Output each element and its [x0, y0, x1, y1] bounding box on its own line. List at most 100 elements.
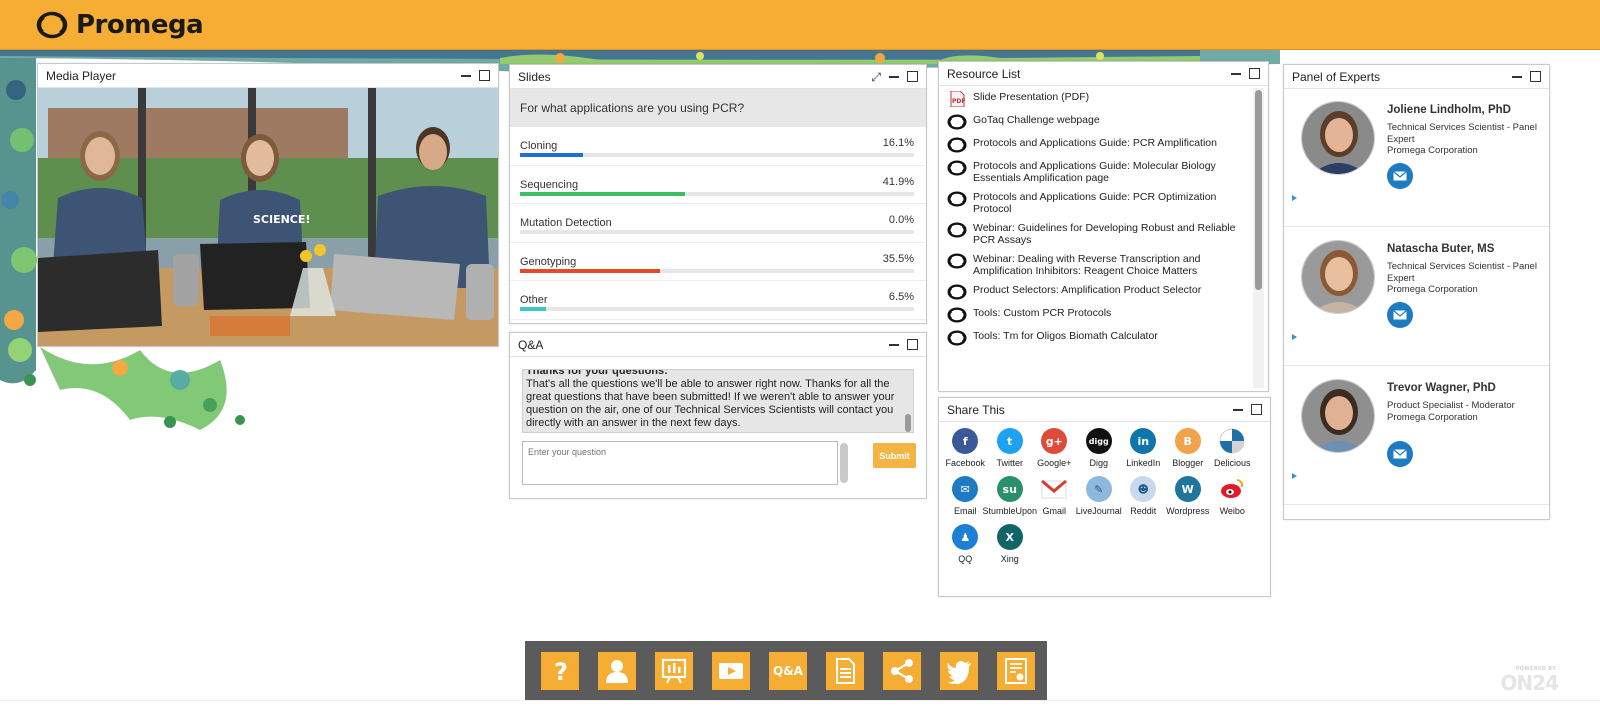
expand-arrow-icon[interactable] — [1292, 473, 1297, 479]
question-input[interactable] — [522, 441, 838, 485]
promega-logo: Promega — [36, 10, 204, 40]
share-livejournal-button[interactable]: ✎ LiveJournal — [1076, 476, 1122, 516]
share-google-plus-button[interactable]: g+ Google+ — [1032, 428, 1077, 468]
resources-button[interactable] — [826, 652, 864, 690]
qa-messages-scrollbar[interactable] — [905, 414, 911, 432]
link-icon — [947, 330, 967, 346]
share-linkedin-button[interactable]: in LinkedIn — [1121, 428, 1166, 468]
maximize-icon[interactable] — [1249, 68, 1260, 79]
resource-item[interactable]: Protocols and Applications Guide: PCR Am… — [939, 133, 1257, 156]
share-digg-button[interactable]: digg Digg — [1077, 428, 1122, 468]
resource-item[interactable]: Webinar: Dealing with Reverse Transcript… — [939, 249, 1257, 280]
expert-name: Joliene Lindholm, PhD — [1387, 104, 1511, 116]
resource-item[interactable]: GoTaq Challenge webpage — [939, 110, 1257, 133]
certificate-button[interactable] — [997, 652, 1035, 690]
share-button[interactable] — [883, 652, 921, 690]
slides-button[interactable] — [655, 652, 693, 690]
share-gmail-button[interactable]: Gmail — [1032, 476, 1077, 516]
share-blogger-button[interactable]: B Blogger — [1166, 428, 1211, 468]
resource-list-header: Resource List — [939, 62, 1268, 86]
expand-arrow-icon[interactable] — [1292, 334, 1297, 340]
maximize-icon[interactable] — [1530, 71, 1541, 82]
maximize-icon[interactable] — [907, 339, 918, 350]
qa-messages[interactable]: Thanks for your questions: That's all th… — [522, 369, 914, 433]
poll-bar-track — [520, 191, 914, 196]
share-stumbleupon-button[interactable]: su StumbleUpon — [982, 476, 1037, 516]
help-button[interactable]: ? — [541, 652, 579, 690]
maximize-icon[interactable] — [1251, 404, 1262, 415]
share-email-button[interactable]: ✉ Email — [943, 476, 988, 516]
poll-option-label: Genotyping — [520, 255, 577, 268]
resource-item[interactable]: Tools: Tm for Oligos Biomath Calculator — [939, 326, 1257, 349]
qa-header: Q&A — [510, 333, 926, 357]
share-delicious-button[interactable]: Delicious — [1210, 428, 1255, 468]
share-panel: Share This f Facebook t Twitter g+ Google+ dig… — [938, 397, 1271, 597]
resource-item[interactable]: Product Selectors: Amplification Product… — [939, 280, 1257, 303]
expert-card: Natascha Buter, MS Technical Services Sci… — [1284, 228, 1549, 366]
resource-list-panel: Resource List PDF Slide Presentation (PDF… — [938, 61, 1269, 392]
share-weibo-button[interactable]: Weibo — [1210, 476, 1255, 516]
resource-item[interactable]: PDF Slide Presentation (PDF) — [939, 87, 1257, 110]
maximize-icon[interactable] — [479, 70, 490, 81]
resource-label: Webinar: Dealing with Reverse Transcript… — [973, 253, 1201, 277]
email-expert-button[interactable] — [1387, 441, 1413, 467]
digg-icon: digg — [1085, 428, 1112, 454]
expert-title: Technical Services Scientist - Panel Exp… — [1387, 122, 1537, 145]
question-input-scrollbar[interactable] — [840, 443, 848, 483]
svg-text:SCIENCE!: SCIENCE! — [253, 213, 310, 226]
share-label: Blogger — [1172, 458, 1204, 468]
link-icon — [947, 307, 967, 323]
resource-label: Protocols and Applications Guide: PCR Am… — [973, 137, 1217, 149]
share-label: Twitter — [996, 458, 1023, 468]
minimize-icon[interactable] — [889, 75, 899, 78]
resource-item[interactable]: Protocols and Applications Guide: Molecu… — [939, 156, 1257, 187]
fullscreen-icon[interactable]: ⤢ — [871, 71, 881, 83]
share-label: Xing — [1000, 554, 1019, 564]
gmail-icon — [1041, 476, 1068, 502]
speakers-button[interactable] — [598, 652, 636, 690]
share-wordpress-button[interactable]: W Wordpress — [1166, 476, 1211, 516]
maximize-icon[interactable] — [907, 71, 918, 82]
expert-card: Joliene Lindholm, PhD Technical Services … — [1284, 89, 1549, 227]
envelope-icon — [1393, 310, 1407, 320]
minimize-icon[interactable] — [1233, 408, 1243, 411]
linkedin-icon: in — [1130, 428, 1157, 454]
minimize-icon[interactable] — [889, 343, 899, 346]
top-banner: Promega — [0, 0, 1600, 50]
qa-message-body: That's all the questions we'll be able t… — [526, 378, 895, 429]
qa-button[interactable]: Q&A — [769, 652, 807, 690]
share-label: Wordpress — [1166, 506, 1210, 516]
poll-option-percent: 16.1% — [882, 137, 914, 149]
link-icon — [947, 253, 967, 269]
share-reddit-button[interactable]: ☻ Reddit — [1121, 476, 1166, 516]
video-frame[interactable]: SCIENCE! — [38, 88, 498, 346]
qa-panel: Q&A Thanks for your questions: That's al… — [509, 332, 927, 499]
email-expert-button[interactable] — [1387, 302, 1413, 328]
wordpress-icon: W — [1174, 476, 1201, 502]
share-xing-button[interactable]: X Xing — [988, 524, 1033, 564]
help-icon: ? — [554, 658, 568, 684]
resources-icon — [836, 658, 855, 684]
certificate-icon — [1005, 658, 1027, 684]
xing-icon: X — [996, 524, 1023, 550]
minimize-icon[interactable] — [1231, 72, 1241, 75]
share-qq-button[interactable]: ♟ QQ — [943, 524, 988, 564]
minimize-icon[interactable] — [461, 74, 471, 77]
submit-question-button[interactable]: Submit — [873, 443, 916, 468]
panel-title: Media Player — [46, 68, 117, 83]
resource-item[interactable]: Webinar: Guidelines for Developing Robus… — [939, 218, 1257, 249]
slides-header: Slides ⤢ — [510, 65, 926, 89]
panel-title: Panel of Experts — [1292, 69, 1381, 84]
poll-bar-fill — [520, 191, 686, 196]
resource-item[interactable]: Protocols and Applications Guide: PCR Op… — [939, 187, 1257, 218]
resource-item[interactable]: Tools: Custom PCR Protocols — [939, 303, 1257, 326]
share-facebook-button[interactable]: f Facebook — [943, 428, 988, 468]
media-player-button[interactable] — [712, 652, 750, 690]
panel-title: Q&A — [518, 337, 544, 352]
expand-arrow-icon[interactable] — [1292, 195, 1297, 201]
email-expert-button[interactable] — [1387, 163, 1413, 189]
share-twitter-button[interactable]: t Twitter — [988, 428, 1033, 468]
twitter-button[interactable] — [940, 652, 978, 690]
poll-bar-fill — [520, 307, 546, 311]
minimize-icon[interactable] — [1512, 75, 1522, 78]
